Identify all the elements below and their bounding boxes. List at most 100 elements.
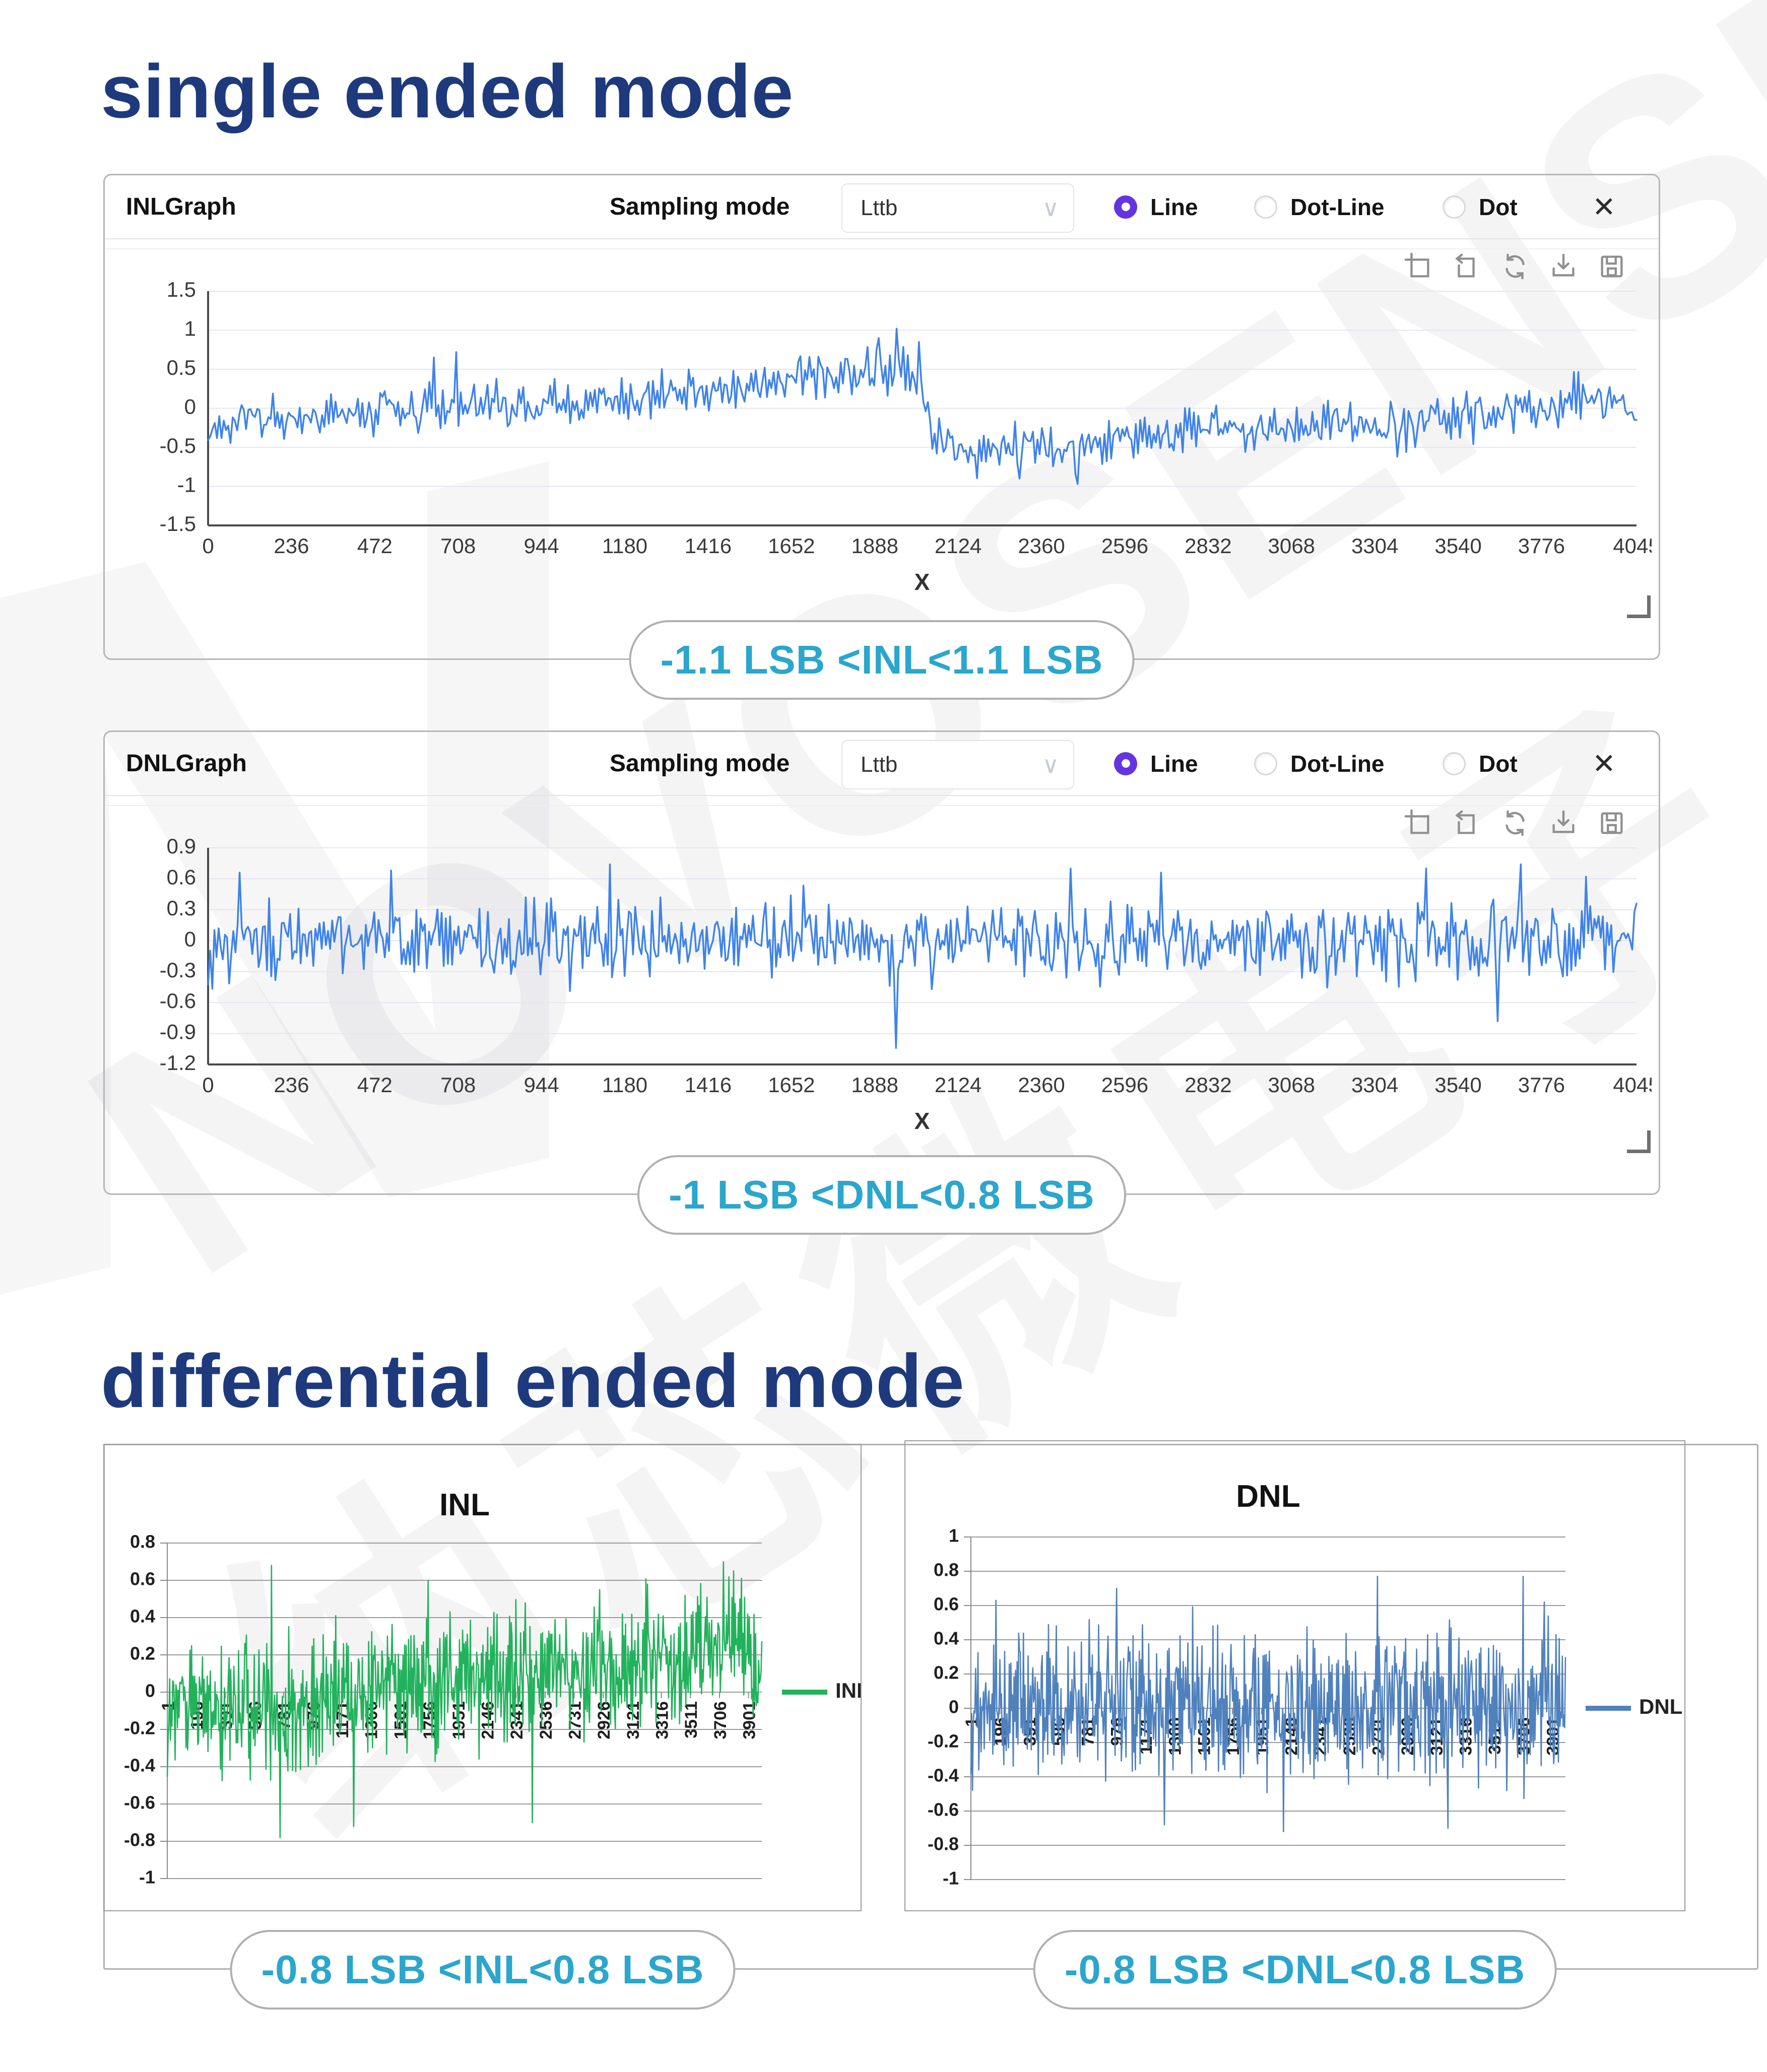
svg-text:0.9: 0.9 bbox=[167, 835, 196, 858]
svg-text:708: 708 bbox=[440, 534, 476, 558]
radio-selected-icon bbox=[1114, 752, 1137, 775]
svg-text:0.2: 0.2 bbox=[130, 1643, 155, 1664]
excel-inl-chart: 0.80.60.40.20-0.2-0.4-0.6-0.8-11 196 391 58… bbox=[124, 1488, 861, 1888]
svg-text:X: X bbox=[914, 569, 930, 595]
svg-text:0.8: 0.8 bbox=[130, 1531, 155, 1552]
dropdown-value: Lttb bbox=[861, 752, 898, 777]
svg-text:3068: 3068 bbox=[1268, 1073, 1315, 1097]
svg-text:1180: 1180 bbox=[602, 1073, 647, 1097]
svg-text:0.2: 0.2 bbox=[934, 1662, 959, 1683]
svg-text:INL: INL bbox=[835, 1679, 861, 1702]
download-button[interactable] bbox=[1548, 251, 1579, 282]
svg-text:-0.8: -0.8 bbox=[928, 1834, 959, 1854]
undo-box-icon bbox=[1455, 810, 1475, 834]
svg-text:0.6: 0.6 bbox=[934, 1594, 959, 1615]
download-button[interactable] bbox=[1548, 808, 1579, 839]
refresh-button[interactable] bbox=[1499, 251, 1531, 282]
inl-graph-window: INLGraph Sampling mode Lttb ∨ Line Dot-L… bbox=[103, 174, 1660, 660]
svg-text:0.5: 0.5 bbox=[167, 356, 196, 379]
svg-text:236: 236 bbox=[274, 1073, 309, 1097]
svg-text:3776: 3776 bbox=[1518, 1073, 1565, 1097]
resize-handle[interactable] bbox=[1627, 595, 1651, 618]
refresh-icon bbox=[1506, 253, 1525, 280]
zoom-area-button[interactable] bbox=[1403, 808, 1434, 839]
svg-text:944: 944 bbox=[524, 534, 559, 558]
close-button[interactable]: ✕ bbox=[1592, 732, 1616, 795]
radio-dot[interactable]: Dot bbox=[1443, 732, 1518, 795]
zoom-area-button[interactable] bbox=[1403, 251, 1434, 282]
section-heading-differential-ended: differential ended mode bbox=[101, 1339, 965, 1423]
svg-text:2360: 2360 bbox=[1018, 534, 1065, 558]
save-icon bbox=[1601, 812, 1623, 834]
svg-text:0.6: 0.6 bbox=[167, 865, 196, 889]
chart-toolbar bbox=[1403, 808, 1627, 839]
svg-text:3304: 3304 bbox=[1351, 1073, 1398, 1097]
inl-conclusion-badge: -1.1 LSB <INL<1.1 LSB bbox=[629, 620, 1135, 700]
inl-chart-canvas[interactable]: 1.510.50-0.5-1-1.50 236 472 708 944 1180 1416 1… bbox=[120, 279, 1652, 611]
save-button[interactable] bbox=[1596, 808, 1627, 839]
radio-line[interactable]: Line bbox=[1114, 175, 1198, 238]
dnl-chart-canvas[interactable]: 0.90.60.30-0.3-0.6-0.9-1.20 236 472 708 944 1… bbox=[120, 835, 1652, 1158]
undo-box-icon bbox=[1455, 253, 1475, 278]
excel-dnl-chart: 10.80.60.40.20-0.2-0.4-0.6-0.8-11 196 391 5… bbox=[928, 1479, 1682, 1889]
sampling-mode-dropdown[interactable]: Lttb ∨ bbox=[841, 740, 1074, 789]
window-title: INLGraph bbox=[126, 193, 236, 220]
dnl-graph-window: DNLGraph Sampling mode Lttb ∨ Line Dot-L… bbox=[103, 730, 1660, 1195]
svg-text:1: 1 bbox=[184, 317, 196, 341]
dropdown-value: Lttb bbox=[861, 195, 898, 220]
svg-text:0: 0 bbox=[202, 534, 214, 558]
chart-toolbar bbox=[1403, 251, 1627, 282]
radio-unselected-icon bbox=[1443, 195, 1466, 219]
download-icon bbox=[1552, 810, 1575, 833]
svg-text:-1.2: -1.2 bbox=[160, 1051, 196, 1075]
sampling-mode-dropdown[interactable]: Lttb ∨ bbox=[841, 183, 1074, 233]
svg-text:2832: 2832 bbox=[1185, 1073, 1231, 1097]
dnl-window-header: DNLGraph Sampling mode Lttb ∨ Line Dot-L… bbox=[105, 732, 1659, 796]
svg-text:1: 1 bbox=[949, 1525, 959, 1546]
svg-text:0.6: 0.6 bbox=[130, 1569, 155, 1589]
svg-text:0.4: 0.4 bbox=[934, 1628, 959, 1649]
svg-text:2596: 2596 bbox=[1101, 534, 1148, 558]
svg-text:4045: 4045 bbox=[1613, 534, 1652, 558]
svg-text:X: X bbox=[914, 1108, 930, 1134]
resize-handle[interactable] bbox=[1627, 1130, 1651, 1153]
svg-text:-1.5: -1.5 bbox=[160, 512, 196, 536]
undo-zoom-button[interactable] bbox=[1451, 251, 1482, 282]
close-button[interactable]: ✕ bbox=[1592, 175, 1616, 238]
dnl-conclusion-badge: -1 LSB <DNL<0.8 LSB bbox=[637, 1155, 1126, 1235]
svg-text:1888: 1888 bbox=[852, 1073, 898, 1097]
radio-line[interactable]: Line bbox=[1114, 732, 1198, 795]
zoom-area-icon bbox=[1404, 809, 1429, 834]
refresh-button[interactable] bbox=[1499, 808, 1531, 839]
radio-unselected-icon bbox=[1254, 752, 1277, 775]
svg-text:DNL: DNL bbox=[1639, 1695, 1682, 1718]
svg-text:4045: 4045 bbox=[1613, 1073, 1652, 1097]
svg-text:-0.4: -0.4 bbox=[928, 1765, 959, 1786]
radio-dot[interactable]: Dot bbox=[1443, 175, 1518, 238]
svg-text:0: 0 bbox=[145, 1681, 155, 1701]
save-button[interactable] bbox=[1596, 251, 1627, 282]
svg-text:3706: 3706 bbox=[711, 1701, 730, 1740]
svg-text:-0.5: -0.5 bbox=[160, 434, 196, 457]
window-title: DNLGraph bbox=[126, 750, 247, 777]
save-icon bbox=[1601, 255, 1623, 278]
chevron-down-icon: ∨ bbox=[1042, 752, 1059, 778]
sampling-mode-label: Sampling mode bbox=[610, 750, 790, 777]
svg-text:0: 0 bbox=[949, 1697, 959, 1717]
radio-dot-line[interactable]: Dot-Line bbox=[1254, 732, 1385, 795]
svg-text:INL: INL bbox=[439, 1488, 490, 1522]
section-heading-single-ended: single ended mode bbox=[101, 49, 794, 133]
radio-dot-line[interactable]: Dot-Line bbox=[1254, 175, 1385, 238]
svg-text:-0.3: -0.3 bbox=[160, 958, 196, 982]
svg-text:3540: 3540 bbox=[1434, 534, 1481, 558]
radio-label: Line bbox=[1150, 193, 1198, 220]
svg-text:708: 708 bbox=[440, 1073, 476, 1097]
radio-unselected-icon bbox=[1443, 752, 1466, 775]
svg-text:3540: 3540 bbox=[1434, 1073, 1481, 1097]
svg-text:-0.8: -0.8 bbox=[124, 1830, 155, 1850]
svg-text:944: 944 bbox=[524, 1073, 559, 1097]
radio-label: Dot bbox=[1479, 193, 1518, 220]
svg-text:-0.4: -0.4 bbox=[124, 1755, 155, 1776]
svg-text:-1: -1 bbox=[139, 1867, 155, 1888]
undo-zoom-button[interactable] bbox=[1451, 808, 1482, 839]
